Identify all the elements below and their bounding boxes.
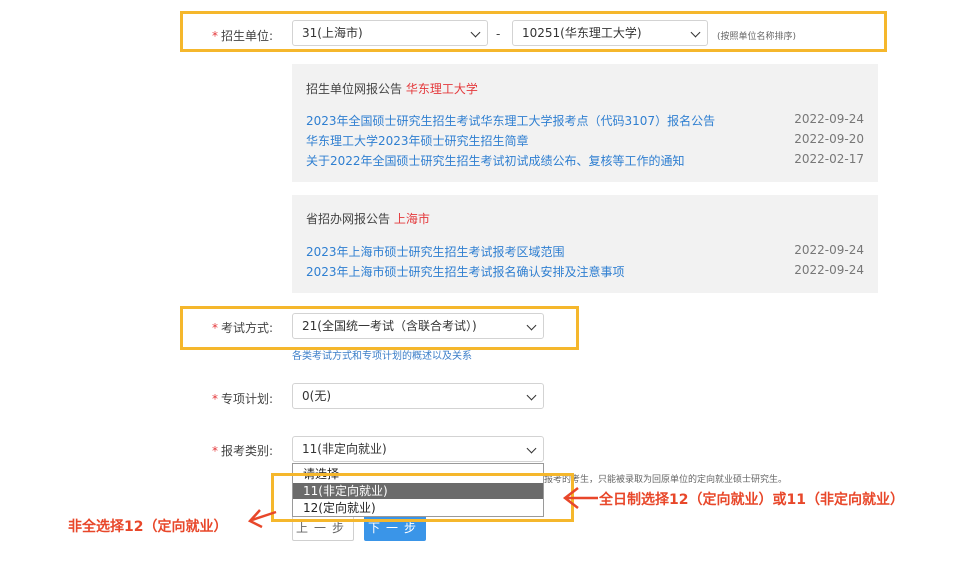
report-type-label: * 报考类别: (212, 442, 273, 459)
chevron-down-icon (526, 390, 537, 401)
notice-date: 2022-09-24 (794, 263, 864, 277)
notice-link[interactable]: 2023年上海市硕士研究生招生考试报名确认安排及注意事项 (306, 263, 625, 280)
special-plan-select[interactable]: 0(无) (292, 383, 544, 409)
special-plan-label: * 专项计划: (212, 390, 273, 407)
annotation-parttime: 非全选择12（定向就业） (68, 519, 228, 535)
highlight-box-exam-mode (180, 306, 579, 350)
special-plan-select-value: 0(无) (302, 389, 331, 403)
special-plan-label-text: 专项计划: (221, 392, 274, 406)
notice-date: 2022-02-17 (794, 152, 864, 166)
report-type-select[interactable]: 11(非定向就业) (292, 436, 544, 462)
annotation-fulltime: 全日制选择12（定向就业）或11（非定向就业） (599, 492, 904, 508)
notice-date: 2022-09-24 (794, 243, 864, 257)
report-type-label-text: 报考类别: (221, 444, 274, 458)
highlight-box-unit (180, 11, 887, 52)
notice-date: 2022-09-20 (794, 132, 864, 146)
province-notice-title: 省招办网报公告 上海市 (306, 210, 430, 227)
unit-notice-title: 招生单位网报公告 华东理工大学 (306, 80, 478, 97)
province-notice-title-name: 上海市 (393, 212, 430, 226)
province-notice-panel: 省招办网报公告 上海市 2023年上海市硕士研究生招生考试报考区域范围 2022… (292, 195, 878, 293)
notice-link[interactable]: 2023年上海市硕士研究生招生考试报考区域范围 (306, 243, 565, 260)
unit-notice-panel: 招生单位网报公告 华东理工大学 2023年全国硕士研究生招生考试华东理工大学报考… (292, 64, 878, 182)
required-star: * (212, 444, 218, 458)
province-notice-title-prefix: 省招办网报公告 (306, 212, 391, 226)
arrow-left-annotation-icon (247, 509, 277, 529)
unit-notice-title-prefix: 招生单位网报公告 (306, 82, 403, 96)
arrow-right-annotation-icon (562, 487, 598, 509)
highlight-box-report-type (271, 473, 574, 522)
notice-link[interactable]: 华东理工大学2023年硕士研究生招生简章 (306, 132, 529, 149)
unit-notice-title-name: 华东理工大学 (405, 82, 478, 96)
required-star: * (212, 392, 218, 406)
notice-link[interactable]: 关于2022年全国硕士研究生招生考试初试成绩公布、复核等工作的通知 (306, 152, 685, 169)
chevron-down-icon (526, 443, 537, 454)
notice-link[interactable]: 2023年全国硕士研究生招生考试华东理工大学报考点（代码3107）报名公告 (306, 112, 715, 129)
notice-date: 2022-09-24 (794, 112, 864, 126)
report-type-select-value: 11(非定向就业) (302, 442, 387, 456)
